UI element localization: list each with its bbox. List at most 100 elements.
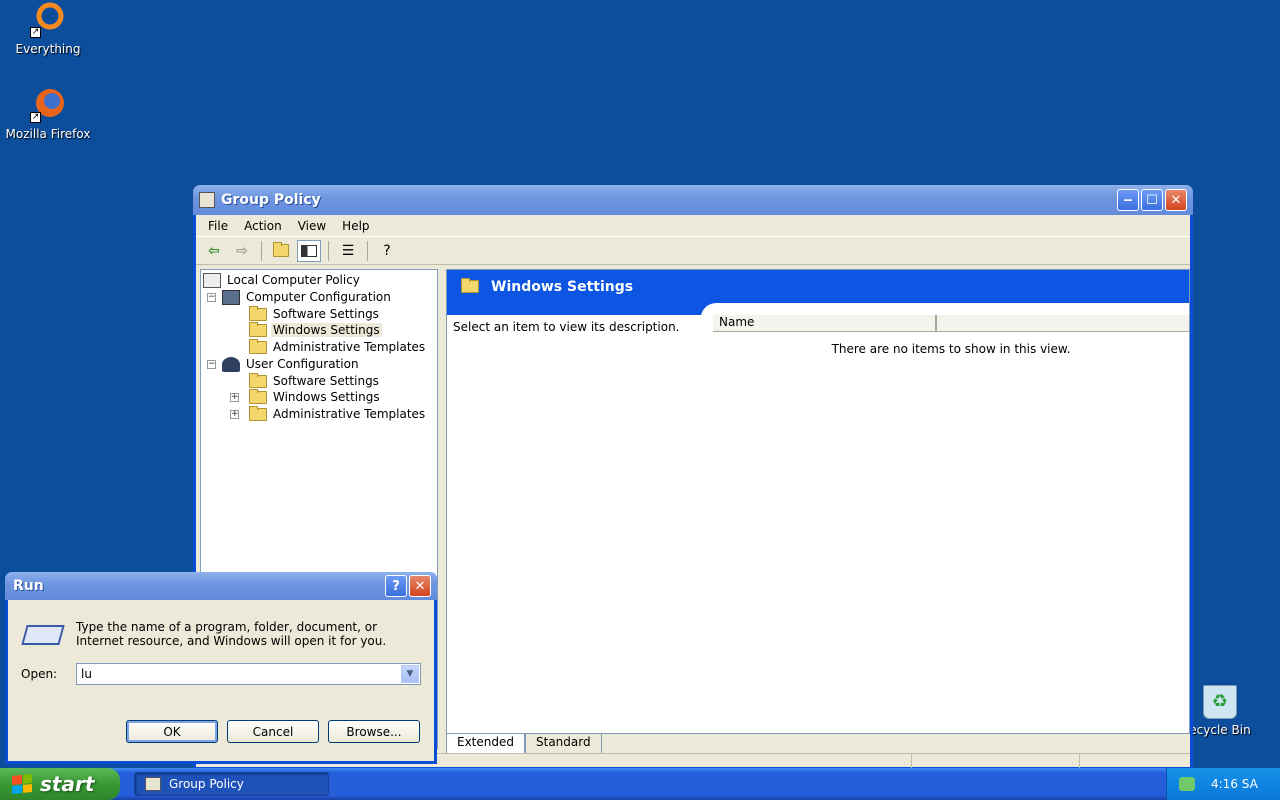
empty-list-message: There are no items to show in this view. <box>831 342 1071 356</box>
policy-icon <box>203 272 221 288</box>
details-pane: Windows Settings Select an item to view … <box>446 269 1191 734</box>
expand-icon[interactable]: + <box>230 392 239 402</box>
shortcut-arrow-icon: ↗ <box>30 112 41 123</box>
system-tray: 4:16 SA <box>1166 768 1280 800</box>
tree-pane-icon <box>301 244 317 257</box>
run-icon <box>21 625 65 645</box>
taskbar-item-label: Group Policy <box>169 777 244 791</box>
group-policy-icon <box>199 192 215 208</box>
help-button[interactable]: ? <box>375 240 399 262</box>
menu-action[interactable]: Action <box>236 217 290 235</box>
run-description: Type the name of a program, folder, docu… <box>76 620 386 648</box>
cancel-button[interactable]: Cancel <box>227 720 319 743</box>
run-titlebar[interactable]: Run ? ✕ <box>5 572 437 600</box>
taskbar-item-group-policy[interactable]: Group Policy <box>134 772 329 796</box>
folder-open-icon <box>249 321 267 337</box>
recycle-bin-icon: ♻ <box>1203 685 1237 719</box>
browse-button[interactable]: Browse... <box>328 720 420 743</box>
collapse-icon[interactable]: − <box>207 359 216 369</box>
shortcut-arrow-icon: ↗ <box>30 27 41 38</box>
tree-item-administrative-templates[interactable]: Administrative Templates <box>249 338 427 355</box>
menu-file[interactable]: File <box>200 217 236 235</box>
header-curve-decoration <box>447 303 1191 315</box>
open-combobox[interactable]: ▼ <box>76 663 421 685</box>
group-policy-icon <box>145 777 161 791</box>
desktop-icon-everything[interactable]: ↗ Everything <box>0 2 96 56</box>
folder-icon <box>249 388 267 404</box>
close-button[interactable]: ✕ <box>1165 189 1187 211</box>
tree-item-software-settings[interactable]: Software Settings <box>249 305 381 322</box>
export-list-icon: ☰ <box>341 242 355 259</box>
tab-standard[interactable]: Standard <box>525 734 602 754</box>
tree-item-label: Software Settings <box>273 374 379 388</box>
toolbar-separator <box>367 240 368 261</box>
show-hide-tree-button[interactable] <box>297 239 321 262</box>
folder-icon <box>249 372 267 388</box>
computer-icon <box>222 289 240 305</box>
list-column-header: Name <box>713 315 1189 332</box>
tree-item-label: Software Settings <box>273 307 379 321</box>
tree-item-label: Computer Configuration <box>246 290 391 304</box>
start-button[interactable]: start <box>0 768 120 800</box>
folder-icon <box>461 278 479 293</box>
folder-up-icon <box>273 242 289 257</box>
forward-button[interactable]: ⇨ <box>230 240 254 262</box>
open-input[interactable] <box>77 667 401 681</box>
minimize-button[interactable]: ‒ <box>1117 189 1139 211</box>
tab-extended[interactable]: Extended <box>446 734 525 754</box>
windows-logo-icon <box>12 773 32 795</box>
menu-help[interactable]: Help <box>334 217 377 235</box>
folder-icon <box>249 305 267 321</box>
export-list-button[interactable]: ☰ <box>336 240 360 262</box>
folder-icon <box>249 405 267 421</box>
tree-item-user-configuration[interactable]: − User Configuration <box>207 356 361 372</box>
details-pane-header: Windows Settings <box>447 270 1189 303</box>
desktop-icon-label: Everything <box>15 42 81 56</box>
ok-button[interactable]: OK <box>126 720 218 743</box>
back-button[interactable]: ⇦ <box>202 240 226 262</box>
run-help-button[interactable]: ? <box>385 575 407 597</box>
open-label: Open: <box>21 667 58 681</box>
tree-item-label: Administrative Templates <box>273 340 426 354</box>
arrow-left-icon: ⇦ <box>208 242 220 259</box>
details-pane-title: Windows Settings <box>491 278 634 295</box>
taskbar: start Group Policy 4:16 SA <box>0 768 1280 800</box>
run-description-line: Internet resource, and Windows will open… <box>76 634 387 648</box>
clock[interactable]: 4:16 SA <box>1211 777 1258 791</box>
tree-item-user-software-settings[interactable]: Software Settings <box>249 372 381 389</box>
firefox-icon: ↗ <box>30 87 66 123</box>
arrow-right-icon: ⇨ <box>236 242 248 259</box>
menu-bar: File Action View Help <box>196 215 1190 237</box>
run-close-button[interactable]: ✕ <box>409 575 431 597</box>
tree-item-label: Administrative Templates <box>273 407 426 421</box>
toolbar-separator <box>261 240 262 261</box>
column-header-blank[interactable] <box>937 315 1189 331</box>
tree-item-label: Windows Settings <box>273 390 380 404</box>
tree-item-label: Windows Settings <box>271 323 382 337</box>
view-tabs: Extended Standard <box>446 734 602 754</box>
tree-item-user-administrative-templates[interactable]: + Administrative Templates <box>230 405 427 422</box>
expand-icon[interactable]: + <box>230 409 239 419</box>
collapse-icon[interactable]: − <box>207 292 216 302</box>
maximize-button[interactable]: ☐ <box>1141 189 1163 211</box>
tree-item-label: User Configuration <box>246 357 359 371</box>
folder-icon <box>249 338 267 354</box>
tree-item-computer-configuration[interactable]: − Computer Configuration <box>207 289 393 305</box>
tree-item-user-windows-settings[interactable]: + Windows Settings <box>230 388 382 405</box>
window-titlebar[interactable]: Group Policy ‒ ☐ ✕ <box>193 185 1193 215</box>
window-title: Group Policy <box>221 192 321 208</box>
tree-item-windows-settings[interactable]: Windows Settings <box>249 321 382 338</box>
up-one-level-button[interactable] <box>269 240 293 262</box>
menu-view[interactable]: View <box>290 217 334 235</box>
tree-item-local-computer-policy[interactable]: Local Computer Policy <box>203 272 362 288</box>
tree-item-label: Local Computer Policy <box>227 273 360 287</box>
user-icon <box>222 356 240 372</box>
help-icon: ? <box>383 242 391 259</box>
description-text: Select an item to view its description. <box>453 320 680 334</box>
desktop-icon-firefox[interactable]: ↗ Mozilla Firefox <box>0 87 96 141</box>
column-header-name[interactable]: Name <box>713 315 937 331</box>
network-icon[interactable] <box>1179 777 1195 791</box>
run-description-line: Type the name of a program, folder, docu… <box>76 620 378 634</box>
run-dialog: Run ? ✕ Type the name of a program, fold… <box>5 572 437 764</box>
chevron-down-icon[interactable]: ▼ <box>401 665 419 683</box>
